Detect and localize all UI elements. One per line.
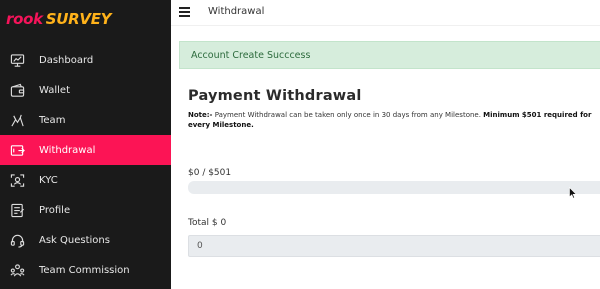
main-content: Account Create Succcess Payment Withdraw… (171, 25, 600, 289)
top-bar: Withdrawal (171, 0, 600, 25)
sidebar-item-profile[interactable]: Profile (0, 195, 171, 225)
sidebar-item-dashboard[interactable]: Dashboard (0, 45, 171, 75)
withdrawal-note: Note:- Payment Withdrawal can be taken o… (188, 110, 600, 130)
sidebar-item-wallet[interactable]: Wallet (0, 75, 171, 105)
wallet-icon (9, 82, 25, 98)
dashboard-icon (9, 52, 25, 68)
profile-icon (9, 202, 25, 218)
logo-survey-text: SURVEY (45, 10, 112, 28)
kyc-icon (9, 172, 25, 188)
success-alert: Account Create Succcess (179, 41, 600, 69)
milestone-progress-bar (188, 181, 600, 194)
hamburger-icon[interactable] (179, 7, 190, 17)
brand-logo[interactable]: rook SURVEY (6, 7, 112, 31)
mouse-cursor-icon (569, 187, 577, 199)
sidebar-item-label: Withdrawal (39, 144, 96, 156)
sidebar-item-label: Wallet (39, 84, 71, 96)
sidebar-nav: Dashboard Wallet Team Withdrawal KYC Pro… (0, 45, 171, 285)
sidebar-item-kyc[interactable]: KYC (0, 165, 171, 195)
sidebar-item-withdrawal[interactable]: Withdrawal (0, 135, 171, 165)
headset-icon (9, 232, 25, 248)
sidebar-item-label: Profile (39, 204, 71, 216)
alert-message: Account Create Succcess (191, 49, 311, 61)
page-title: Payment Withdrawal (188, 88, 362, 104)
sidebar-item-label: Dashboard (39, 54, 94, 66)
progress-label: $0 / $501 (188, 168, 232, 178)
team-icon (9, 112, 25, 128)
sidebar-item-label: Ask Questions (39, 234, 110, 246)
withdrawal-icon (9, 142, 25, 158)
note-prefix: Note:- (188, 111, 213, 119)
commission-icon (9, 262, 25, 278)
logo-rook-text: rook (6, 10, 43, 28)
sidebar-item-label: Team Commission (39, 264, 130, 276)
sidebar-item-ask-questions[interactable]: Ask Questions (0, 225, 171, 255)
total-label: Total $ 0 (188, 218, 227, 228)
note-text: Payment Withdrawal can be taken only onc… (212, 111, 484, 119)
sidebar: rook SURVEY Dashboard Wallet Team Withdr… (0, 0, 171, 289)
sidebar-item-team-commission[interactable]: Team Commission (0, 255, 171, 285)
total-amount-field[interactable]: 0 (188, 235, 600, 257)
page-header-title: Withdrawal (208, 6, 265, 17)
sidebar-item-team[interactable]: Team (0, 105, 171, 135)
sidebar-item-label: KYC (39, 174, 58, 186)
sidebar-item-label: Team (39, 114, 66, 126)
